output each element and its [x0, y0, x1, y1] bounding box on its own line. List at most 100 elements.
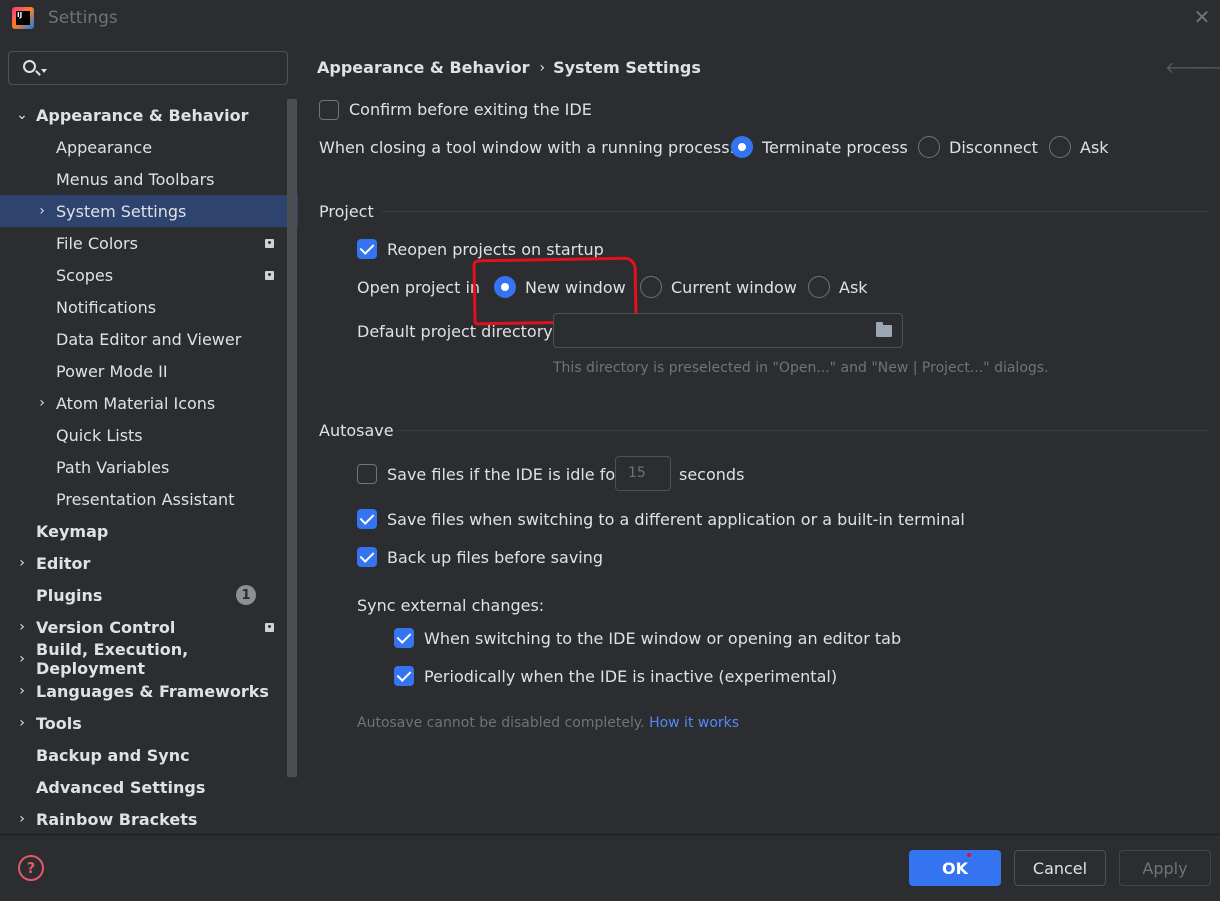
ask-open-label: Ask [839, 278, 868, 297]
chevron-right-icon[interactable]: › [16, 811, 28, 827]
chevron-right-icon[interactable]: › [16, 651, 28, 667]
reopen-projects-label: Reopen projects on startup [387, 240, 604, 259]
ask-open-radio[interactable] [808, 276, 830, 298]
project-level-icon [265, 270, 274, 280]
sidebar-item-version-control[interactable]: › Version Control [0, 611, 298, 643]
ok-button[interactable]: OK [909, 850, 1001, 886]
sidebar-item-path-variables[interactable]: Path Variables [0, 451, 298, 483]
sync-window-label: When switching to the IDE window or open… [424, 629, 902, 648]
new-window-label: New window [525, 278, 626, 297]
confirm-exit-label: Confirm before exiting the IDE [349, 100, 592, 119]
default-dir-hint: This directory is preselected in "Open..… [553, 360, 1049, 376]
default-dir-field[interactable] [553, 313, 903, 348]
sidebar-item-label: File Colors [56, 233, 138, 253]
forward-arrow-icon[interactable]: 🡒 [1197, 57, 1220, 77]
sync-window-checkbox[interactable] [394, 628, 414, 648]
sidebar-item-tools[interactable]: › Tools [0, 707, 298, 739]
project-section-title: Project [319, 202, 374, 221]
confirm-exit-checkbox[interactable] [319, 100, 339, 120]
cancel-button[interactable]: Cancel [1014, 850, 1106, 886]
terminate-process-label: Terminate process [762, 138, 908, 157]
default-dir-label: Default project directory: [357, 322, 557, 341]
sidebar-item-label: Appearance & Behavior [36, 105, 249, 125]
sidebar-item-build-execution[interactable]: › Build, Execution, Deployment [0, 640, 298, 678]
project-level-icon [265, 622, 274, 632]
sidebar-item-label: Rainbow Brackets [36, 809, 198, 829]
open-project-in-label: Open project in [357, 278, 481, 297]
sync-external-label: Sync external changes: [357, 596, 545, 615]
save-switching-checkbox[interactable] [357, 509, 377, 529]
sidebar-item-atom-material-icons[interactable]: › Atom Material Icons [0, 387, 298, 419]
sidebar-item-label: Backup and Sync [36, 745, 190, 765]
sidebar-item-power-mode[interactable]: Power Mode II [0, 355, 298, 387]
sidebar-item-rainbow-brackets[interactable]: › Rainbow Brackets [0, 803, 298, 835]
sidebar-item-file-colors[interactable]: File Colors [0, 227, 298, 259]
chevron-right-icon[interactable]: › [36, 203, 48, 219]
dialog-footer: ? OK Cancel Apply [0, 834, 1220, 901]
ask-label: Ask [1080, 138, 1109, 157]
idle-seconds-input[interactable]: 15 [615, 456, 671, 491]
sidebar-item-label: Scopes [56, 265, 114, 285]
sidebar-item-appearance-behavior[interactable]: ⌄ Appearance & Behavior [0, 99, 298, 131]
close-icon[interactable]: ✕ [1190, 5, 1214, 29]
sidebar-item-label: Editor [36, 553, 91, 573]
disconnect-label: Disconnect [949, 138, 1038, 157]
save-idle-checkbox[interactable] [357, 464, 377, 484]
how-it-works-link[interactable]: How it works [649, 715, 739, 731]
search-icon [23, 60, 36, 73]
sidebar-item-editor[interactable]: › Editor [0, 547, 298, 579]
sidebar-item-system-settings[interactable]: › System Settings [0, 195, 298, 227]
sidebar-item-label: Quick Lists [56, 425, 143, 445]
sidebar-item-label: System Settings [56, 201, 187, 221]
chevron-right-icon[interactable]: › [16, 555, 28, 571]
sidebar-item-data-editor[interactable]: Data Editor and Viewer [0, 323, 298, 355]
sidebar-item-label: Languages & Frameworks [36, 681, 269, 701]
project-level-icon [265, 238, 274, 248]
breadcrumb-parent[interactable]: Appearance & Behavior [317, 58, 529, 77]
sidebar-item-label: Data Editor and Viewer [56, 329, 242, 349]
section-divider [396, 430, 1208, 431]
folder-icon[interactable] [876, 322, 892, 337]
sidebar-item-label: Presentation Assistant [56, 489, 235, 509]
chevron-right-icon[interactable]: › [16, 683, 28, 699]
sidebar-item-plugins[interactable]: Plugins 1 [0, 579, 298, 611]
breadcrumb: Appearance & Behavior › System Settings [317, 58, 701, 77]
sidebar-item-label: Appearance [56, 137, 153, 157]
new-window-radio[interactable] [494, 276, 516, 298]
idle-seconds-suffix: seconds [679, 465, 745, 484]
reopen-projects-checkbox[interactable] [357, 239, 377, 259]
autosave-note: Autosave cannot be disabled completely. … [357, 715, 739, 731]
chevron-down-icon [41, 69, 47, 73]
sidebar-item-appearance[interactable]: Appearance [0, 131, 298, 163]
chevron-right-icon[interactable]: › [36, 395, 48, 411]
breadcrumb-current: System Settings [553, 58, 701, 77]
sidebar-item-label: Advanced Settings [36, 777, 206, 797]
chevron-down-icon[interactable]: ⌄ [16, 107, 28, 123]
apply-button[interactable]: Apply [1119, 850, 1211, 886]
terminate-process-radio[interactable] [731, 136, 753, 158]
backup-files-checkbox[interactable] [357, 547, 377, 567]
sidebar-scrollbar[interactable] [287, 99, 297, 777]
sync-periodic-checkbox[interactable] [394, 666, 414, 686]
sidebar-item-advanced-settings[interactable]: Advanced Settings [0, 771, 298, 803]
sidebar-item-languages-frameworks[interactable]: › Languages & Frameworks [0, 675, 298, 707]
sidebar-item-label: Version Control [36, 617, 176, 637]
sidebar-item-keymap[interactable]: Keymap [0, 515, 298, 547]
chevron-right-icon[interactable]: › [16, 715, 28, 731]
sidebar-item-menus-toolbars[interactable]: Menus and Toolbars [0, 163, 298, 195]
ask-radio[interactable] [1049, 136, 1071, 158]
help-icon[interactable]: ? [18, 855, 44, 881]
settings-sidebar: ⌄ Appearance & Behavior Appearance Menus… [0, 37, 298, 834]
closing-tool-window-label: When closing a tool window with a runnin… [319, 138, 735, 157]
search-input[interactable] [8, 51, 288, 85]
sidebar-item-quick-lists[interactable]: Quick Lists [0, 419, 298, 451]
chevron-right-icon[interactable]: › [16, 619, 28, 635]
disconnect-radio[interactable] [918, 136, 940, 158]
sync-periodic-label: Periodically when the IDE is inactive (e… [424, 667, 838, 686]
sidebar-item-presentation-assistant[interactable]: Presentation Assistant [0, 483, 298, 515]
sidebar-item-notifications[interactable]: Notifications [0, 291, 298, 323]
sidebar-item-scopes[interactable]: Scopes [0, 259, 298, 291]
current-window-radio[interactable] [640, 276, 662, 298]
backup-files-label: Back up files before saving [387, 548, 604, 567]
sidebar-item-backup-sync[interactable]: Backup and Sync [0, 739, 298, 771]
